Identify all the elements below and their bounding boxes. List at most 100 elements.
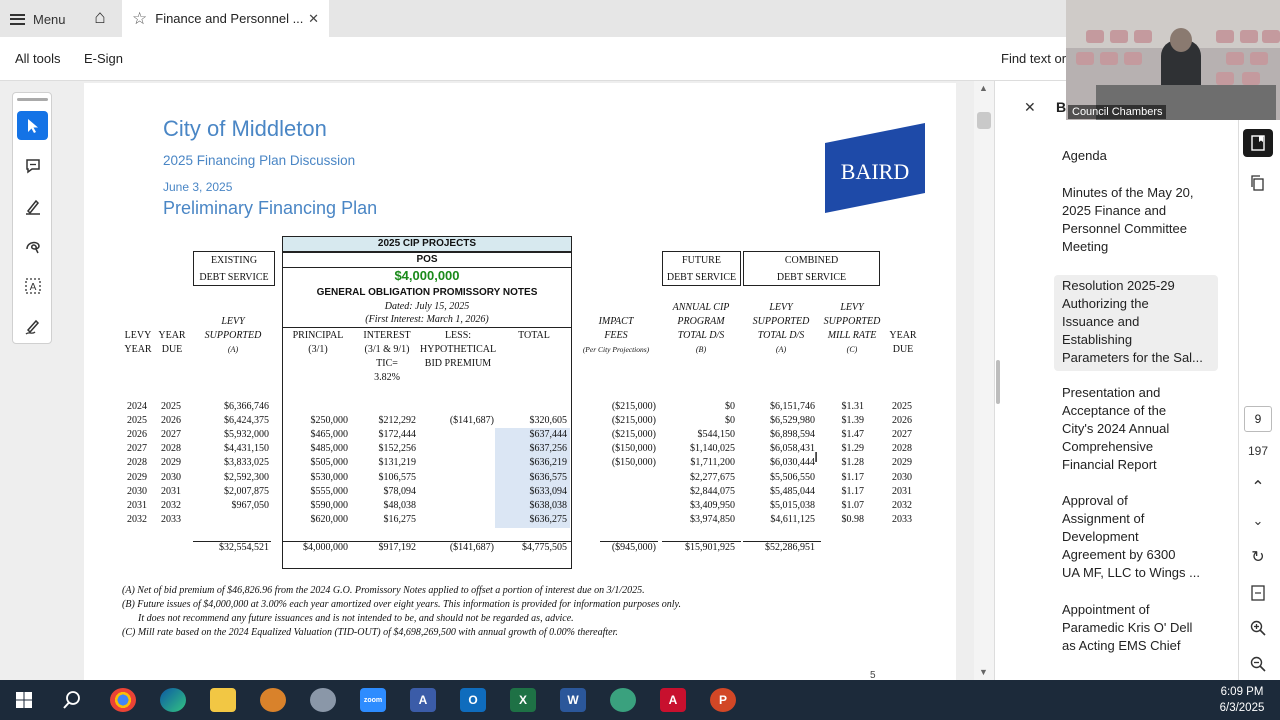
table-cell: 2030 [161,471,181,483]
total-cell: $917,192 [378,542,417,553]
bookmark-item[interactable]: Agenda [1054,147,1218,165]
app-icon[interactable] [260,688,286,712]
menu-button[interactable]: Menu [10,8,66,30]
page-fit-icon[interactable] [1243,579,1273,607]
hamburger-icon [10,13,25,25]
globe-icon[interactable] [610,688,636,712]
col-mill-rate: LEVY SUPPORTED MILL RATE (C) [823,302,881,354]
close-tab-icon[interactable]: ✕ [308,11,319,27]
home-icon[interactable]: ⌂ [88,7,112,29]
footnote-c: (C) Mill rate based on the 2024 Equalize… [122,627,618,638]
highlight-pen-icon[interactable] [17,191,48,220]
table-cell: 2031 [892,485,912,497]
chrome-icon[interactable] [110,688,136,712]
existing-header-2: DEBT SERVICE [199,272,269,283]
table-cell: $1.28 [841,457,865,469]
scroll-thumb[interactable] [977,112,991,129]
bookmark-item[interactable]: Presentation and Acceptance of the City's … [1054,384,1218,474]
first-interest-label: (First Interest: March 1, 2026) [365,314,489,325]
dated-label: Dated: July 15, 2025 [384,301,470,312]
table-cell: $152,256 [378,443,417,455]
plan-heading: 2025 Financing Plan Discussion [163,153,356,168]
table-cell: 2032 [127,513,147,525]
menu-label: Menu [33,11,66,27]
webcam-label: Council Chambers [1068,105,1167,119]
search-icon[interactable] [59,688,85,712]
table-cell: 2029 [127,471,147,483]
app-icon-3[interactable]: A [410,688,436,712]
col-year-due-right: YEAR DUE [889,330,917,355]
app-icon-2[interactable] [310,688,336,712]
close-panel-icon[interactable]: ✕ [1024,99,1036,116]
outlook-icon[interactable]: O [460,688,486,712]
pages-icon[interactable] [1243,169,1273,197]
refresh-icon[interactable]: ↻ [1243,543,1273,571]
excel-icon[interactable]: X [510,688,536,712]
bookmark-label: Minutes of the May 20, [1062,185,1194,200]
pos-label: POS [416,254,438,265]
taskbar [0,680,1280,720]
star-icon[interactable]: ☆ [132,9,147,29]
bookmark-label: Assignment of [1062,511,1145,526]
table-cell: $633,094 [529,485,568,497]
table-cell: $555,000 [310,485,349,497]
bookmark-item[interactable]: Minutes of the May 20, 2025 Finance and Pe… [1054,184,1218,256]
panel-resize-handle[interactable] [996,360,1000,404]
bookmark-label: Personnel Committee [1062,221,1187,236]
svg-text:A: A [29,282,36,293]
text-recognition-icon[interactable]: A [17,271,48,300]
draw-freehand-icon[interactable] [17,231,48,260]
col-levy-year: LEVY YEAR [124,330,152,355]
file-explorer-icon[interactable] [210,688,236,712]
table-cell: 2027 [892,429,912,441]
zoom-icon[interactable]: zoom [360,688,386,712]
add-comment-icon[interactable] [17,151,48,180]
issue-amount: $4,000,000 [394,268,460,283]
table-cell: 2025 [127,415,147,427]
windows-start-icon[interactable] [11,688,37,712]
footnote-a: (A) Net of bid premium of $46,826.96 fro… [122,585,645,596]
scroll-down-icon[interactable]: ▼ [979,667,988,677]
zoom-in-icon[interactable] [1243,614,1273,642]
table-cell: $4,611,125 [770,513,815,525]
table-cell: $3,833,025 [224,457,269,469]
bookmark-icon[interactable] [1243,129,1273,157]
col-annual-cip: ANNUAL CIP PROGRAM TOTAL D/S (B) [672,302,730,354]
esign-button[interactable]: E-Sign [84,51,123,66]
webcam-overlay[interactable]: Council Chambers [1066,0,1280,120]
document-tab[interactable]: ☆ Finance and Personnel ... ✕ [122,0,329,37]
current-page-input[interactable]: 9 [1244,406,1272,432]
acrobat-icon[interactable]: A [660,688,686,712]
bookmark-label: Comprehensive [1062,439,1154,454]
table-cell: $465,000 [310,429,349,441]
powerpoint-icon[interactable]: P [710,688,736,712]
select-cursor-icon[interactable] [17,111,48,140]
text-cursor-icon: I [814,449,819,466]
all-tools-button[interactable]: All tools [15,51,61,66]
existing-header-1: EXISTING [210,255,258,266]
chevron-up-icon[interactable]: ⌃ [1243,473,1273,501]
find-text-button[interactable]: Find text or [1001,51,1066,66]
drag-handle[interactable] [17,98,48,101]
baird-logo: BAIRD [825,123,925,213]
scroll-up-icon[interactable]: ▲ [979,83,988,93]
table-cell: $0.98 [841,513,865,525]
bookmark-item[interactable]: Approval of Assignment of Development Agree… [1054,492,1218,582]
bookmark-label: as Acting EMS Chief [1062,638,1181,653]
table-cell: ($215,000) [611,415,656,427]
table-cell: $530,000 [310,471,349,483]
fill-sign-icon[interactable] [17,311,48,340]
document-scrollbar[interactable]: ▲ ▼ [974,81,994,680]
word-icon[interactable]: W [560,688,586,712]
footnote-b: (B) Future issues of $4,000,000 at 3.00%… [122,599,681,610]
table-cell: $1.39 [841,415,865,427]
table-cell: ($150,000) [611,457,656,469]
zoom-out-icon[interactable] [1243,650,1273,678]
edge-icon[interactable] [160,688,186,712]
table-cell: 2027 [161,429,181,441]
system-clock: 6:09 PM 6/3/2025 [1212,684,1272,716]
chevron-down-icon[interactable]: ⌄ [1243,507,1273,535]
bookmark-item[interactable]: Resolution 2025-29 Authorizing the Issuanc… [1054,275,1218,371]
total-cell: $4,000,000 [303,542,348,553]
bookmark-item[interactable]: Appointment of Paramedic Kris O' Dell as A… [1054,601,1218,655]
